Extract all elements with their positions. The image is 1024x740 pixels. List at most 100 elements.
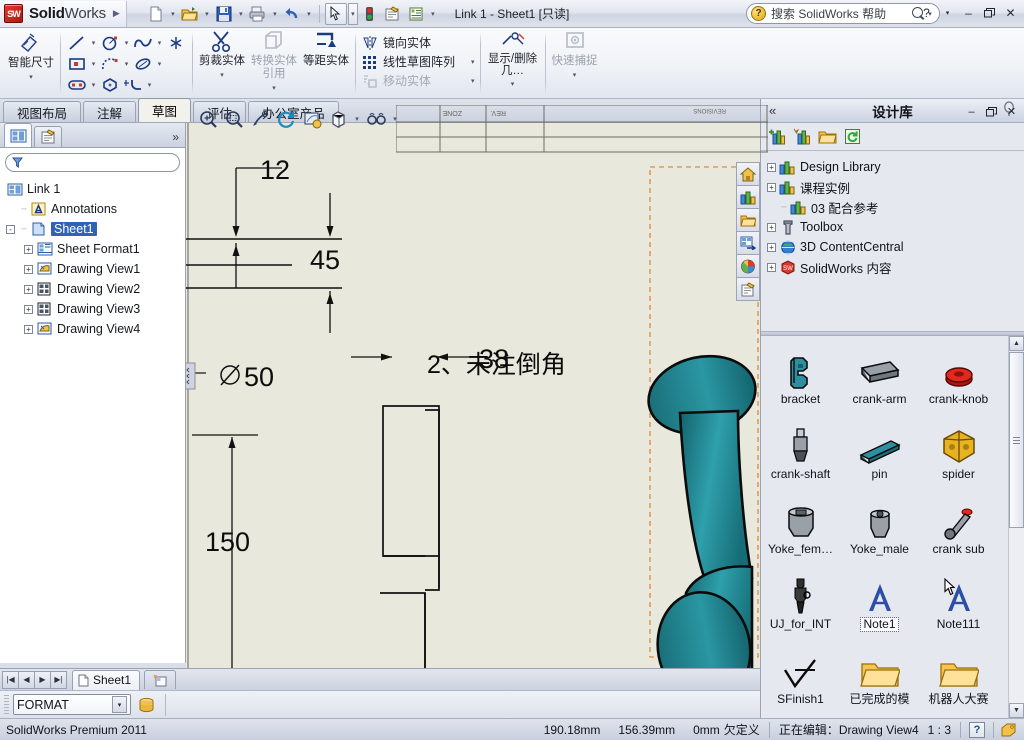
display-style-caret-icon[interactable]: ▾ [352, 115, 362, 123]
open-document-caret-icon[interactable]: ▾ [202, 10, 212, 18]
tree-expander[interactable]: + [24, 244, 33, 254]
library-tree-item-toolbox[interactable]: + Toolbox [767, 217, 1024, 237]
undo-icon[interactable] [281, 3, 303, 25]
tree-item-annotations[interactable]: ┄ Annotations [4, 199, 185, 219]
document-restore-button[interactable] [983, 104, 1000, 119]
trim-entities-caret-icon[interactable]: ▾ [220, 69, 224, 82]
circle-caret-icon[interactable]: ▾ [122, 39, 131, 47]
status-tags-icon[interactable] [994, 723, 1024, 737]
line-caret-icon[interactable]: ▾ [89, 39, 98, 47]
tree-expander[interactable]: - [6, 224, 15, 234]
tab-view-layout[interactable]: 视图布局 [3, 101, 82, 122]
help-search-input[interactable]: 搜索 SolidWorks 帮助 [771, 5, 912, 22]
new-document-icon[interactable] [145, 3, 167, 25]
tree-item-drawing-view4[interactable]: + Drawing View4 [4, 319, 185, 339]
library-item-bracket[interactable]: bracket [761, 344, 840, 419]
next-sheet-button[interactable]: ▶ [34, 670, 51, 689]
convert-entities-button[interactable]: 转换实体引用 ▾ [250, 30, 298, 95]
library-item-crank-sub[interactable]: crank sub [919, 494, 998, 569]
library-item-spider[interactable]: spider [919, 419, 998, 494]
zoom-to-fit-icon[interactable] [196, 107, 220, 131]
tab-annotation[interactable]: 注解 [83, 101, 137, 122]
appearances-icon[interactable] [736, 254, 760, 278]
quick-snaps-button[interactable]: 快速捕捉 ▾ [551, 30, 599, 82]
tree-expander[interactable]: + [24, 324, 33, 334]
display-delete-relations-button[interactable]: 显示/删除几… ▾ [486, 30, 540, 91]
design-library-icon[interactable] [736, 185, 760, 209]
circle-icon[interactable] [99, 33, 121, 52]
arc-icon[interactable] [99, 54, 121, 73]
tree-item-link1[interactable]: Link 1 [4, 179, 185, 199]
scroll-up-button[interactable]: ▲ [1009, 336, 1024, 351]
first-sheet-button[interactable]: |◀ [2, 670, 19, 689]
library-tree-item-design-library[interactable]: + Design Library [767, 157, 1024, 177]
tree-expander[interactable]: + [767, 222, 776, 232]
library-item-note1[interactable]: Note1 [840, 569, 919, 644]
tree-item-drawing-view2[interactable]: + Drawing View2 [4, 279, 185, 299]
design-library-item-grid[interactable]: bracket crank-arm crank-knob crank-shaft… [761, 336, 1024, 718]
file-explorer-icon[interactable] [736, 208, 760, 232]
options-icon[interactable] [382, 3, 404, 25]
rectangle-icon[interactable] [66, 54, 88, 73]
library-item-crank-knob[interactable]: crank-knob [919, 344, 998, 419]
document-minimize-button[interactable]: – [963, 104, 980, 119]
zoom-in-out-icon[interactable] [248, 107, 272, 131]
point-icon[interactable] [165, 33, 187, 52]
convert-entities-caret-icon[interactable]: ▾ [272, 82, 276, 95]
solidworks-logo[interactable]: SW SolidWorks ▶ [0, 0, 127, 27]
document-close-button[interactable]: ✕ [1003, 104, 1020, 119]
slot-caret-icon[interactable]: ▾ [89, 81, 98, 89]
library-item-uj-for-int[interactable]: UJ_for_INT [761, 569, 840, 644]
library-tree-item-solidworks-content[interactable]: + SW SolidWorks 内容 [767, 257, 1024, 277]
library-item-completed-models[interactable]: 已完成的模 [840, 644, 919, 718]
library-tree-item-mate-reference[interactable]: ┄ 03 配合参考 [767, 197, 1024, 217]
library-item-yoke-male[interactable]: Yoke_male [840, 494, 919, 569]
linear-pattern-caret-icon[interactable]: ▾ [471, 58, 475, 66]
smart-dimension-button[interactable]: 智能尺寸 ▾ [7, 30, 55, 84]
edit-sheet-format-caret-icon[interactable]: ▾ [428, 10, 438, 18]
library-item-pin[interactable]: pin [840, 419, 919, 494]
library-item-sfinish1[interactable]: SFinish1 [761, 644, 840, 718]
open-document-icon[interactable] [179, 3, 201, 25]
tree-expander[interactable]: + [767, 162, 776, 172]
library-scrollbar[interactable]: ▲ ▼ [1008, 336, 1024, 718]
minimize-button[interactable]: – [959, 4, 978, 22]
status-help-icon[interactable]: ? [969, 721, 985, 738]
ellipse-icon[interactable] [132, 54, 154, 73]
toolbar-grip[interactable] [4, 694, 9, 715]
expand-panel-chevron-icon[interactable]: » [172, 130, 179, 144]
library-item-crank-shaft[interactable]: crank-shaft [761, 419, 840, 494]
property-manager-tab[interactable] [34, 126, 62, 147]
tree-item-drawing-view3[interactable]: + Drawing View3 [4, 299, 185, 319]
move-entities-button[interactable]: 移动实体 ▾ [361, 72, 475, 89]
select-tool-caret-icon[interactable]: ▾ [347, 2, 358, 25]
add-to-library-icon[interactable] [767, 127, 787, 147]
refresh-library-icon[interactable] [842, 127, 862, 147]
scroll-track[interactable] [1009, 528, 1024, 703]
help-caret-icon[interactable]: ▾ [938, 4, 957, 22]
move-entities-caret-icon[interactable]: ▾ [471, 77, 475, 85]
hide-show-items-icon[interactable] [364, 107, 388, 131]
view-palette-icon[interactable] [736, 231, 760, 255]
print-document-icon[interactable] [247, 3, 269, 25]
add-file-location-icon[interactable] [817, 127, 837, 147]
sketch-fillet-icon[interactable] [122, 75, 144, 94]
save-document-caret-icon[interactable]: ▾ [236, 10, 246, 18]
last-sheet-button[interactable]: ▶| [50, 670, 67, 689]
close-button[interactable]: ✕ [1001, 4, 1020, 22]
undo-caret-icon[interactable]: ▾ [304, 10, 314, 18]
rectangle-caret-icon[interactable]: ▾ [89, 60, 98, 68]
ellipse-caret-icon[interactable]: ▾ [155, 60, 164, 68]
home-icon[interactable] [736, 162, 760, 186]
layer-properties-icon[interactable] [135, 694, 157, 716]
tree-item-drawing-view1[interactable]: + Drawing View1 [4, 259, 185, 279]
rebuild-traffic-icon[interactable] [359, 3, 381, 25]
arc-caret-icon[interactable]: ▾ [122, 60, 131, 68]
library-item-robot-competition[interactable]: 机器人大赛 [919, 644, 998, 718]
linear-pattern-button[interactable]: 线性草图阵列 ▾ [361, 53, 475, 70]
help-search-box[interactable]: ? 搜索 SolidWorks 帮助 ▾ [746, 3, 940, 24]
tree-item-sheet-format1[interactable]: + Sheet Format1 [4, 239, 185, 259]
select-tool-icon[interactable] [324, 2, 347, 25]
restore-button[interactable] [980, 4, 999, 22]
previous-view-icon[interactable] [300, 107, 324, 131]
